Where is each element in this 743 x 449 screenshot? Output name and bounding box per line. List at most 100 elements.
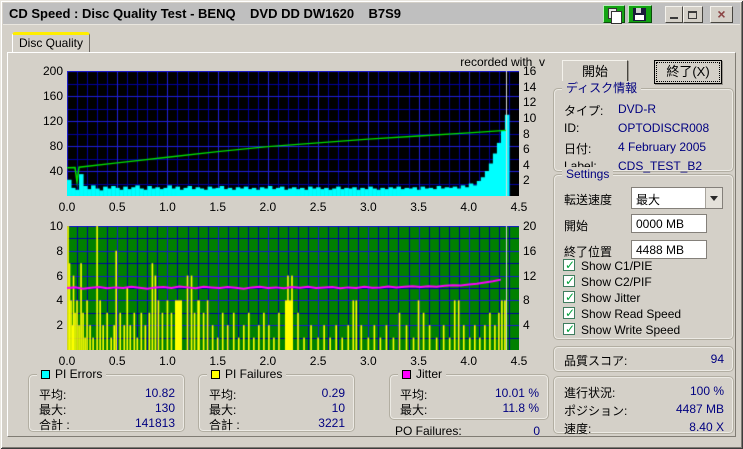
- axis-tick-label: 40: [29, 164, 63, 178]
- axis-tick-label: 16: [523, 64, 536, 78]
- pi-failures-stat-row: 最大:10: [209, 401, 345, 415]
- jitter-stats-groupbox: Jitter平均:10.01 %最大:11.8 %: [389, 374, 549, 420]
- po-failures-row: PO Failures: 0: [395, 424, 540, 438]
- disc-info-value: DVD-R: [618, 102, 656, 116]
- pi-errors-stats-groupbox: PI Errors平均:10.82最大:130合計 :141813: [28, 374, 185, 432]
- close-icon: ×: [711, 7, 732, 22]
- axis-tick-label: 8: [523, 127, 530, 141]
- axis-tick-label: 16: [523, 244, 536, 258]
- disc-info-value: OPTODISCR008: [618, 121, 709, 135]
- dropdown-button[interactable]: [705, 188, 722, 208]
- maximize-button[interactable]: [683, 6, 703, 23]
- stat-label: 合計 :: [39, 418, 70, 432]
- axis-tick-label: 2.0: [252, 200, 284, 214]
- pi-failures-jitter-chart: [67, 226, 519, 350]
- disc-info-label: 日付:: [564, 142, 591, 156]
- show-read-speed-checkbox[interactable]: Show Read Speed: [563, 307, 681, 321]
- quality-score-row: 品質スコア: 94: [564, 352, 724, 366]
- disc-info-label: タイプ:: [564, 104, 603, 118]
- transfer-speed-label: 転送速度: [564, 191, 612, 208]
- progress-value: 4487 MB: [676, 402, 724, 416]
- po-failures-label: PO Failures:: [395, 424, 462, 438]
- show-c1-pie-checkbox[interactable]: Show C1/PIE: [563, 259, 652, 273]
- axis-tick-label: 3.5: [403, 200, 435, 214]
- tab-disc-quality[interactable]: Disc Quality: [12, 32, 90, 53]
- disc-info-value: CDS_TEST_B2: [618, 159, 702, 173]
- axis-tick-label: 4: [523, 158, 530, 172]
- jitter-stat-row: 最大: 11.8 %: [400, 401, 539, 415]
- axis-tick-label: 0.5: [101, 200, 133, 214]
- minimize-icon: [670, 17, 678, 19]
- start-position-input[interactable]: [631, 214, 707, 233]
- save-button[interactable]: [628, 5, 652, 23]
- pi-failures-stat-row: 平均:0.29: [209, 386, 345, 400]
- axis-tick-label: 10: [29, 219, 63, 233]
- progress-value: 100 %: [690, 384, 724, 398]
- axis-tick-label: 2.5: [302, 200, 334, 214]
- show-jitter-checkbox[interactable]: Show Jitter: [563, 291, 640, 305]
- show-c2-pif-checkbox[interactable]: Show C2/PIF: [563, 275, 652, 289]
- quality-score-label: 品質スコア:: [564, 354, 627, 368]
- quality-score-value: 94: [711, 352, 724, 366]
- disc-info-row: 日付: 4 February 2005: [564, 140, 724, 154]
- axis-tick-label: 0.5: [101, 354, 133, 368]
- stat-label: 最大:: [400, 403, 427, 417]
- pi-failures-color-swatch: [211, 370, 220, 379]
- checkbox-label: Show C2/PIF: [581, 275, 652, 289]
- disc-info-row: ID:OPTODISCR008: [564, 121, 724, 135]
- axis-tick-label: 4.0: [453, 354, 485, 368]
- transfer-speed-select[interactable]: 最大: [631, 187, 723, 209]
- stat-label: 合計 :: [209, 418, 240, 432]
- jitter-legend: Jitter: [398, 367, 446, 382]
- stat-value: 3221: [318, 416, 345, 430]
- axis-tick-label: 120: [29, 114, 63, 128]
- progress-label: 進行状況:: [564, 386, 615, 400]
- stat-value: 11.8 %: [503, 401, 539, 415]
- axis-tick-label: 2.5: [302, 354, 334, 368]
- pi-errors-legend: PI Errors: [37, 367, 106, 382]
- axis-tick-label: 3.0: [352, 354, 384, 368]
- disc-info-value: 4 February 2005: [618, 140, 706, 154]
- close-button[interactable]: ×: [710, 6, 733, 23]
- pi-errors-speed-chart: [67, 71, 519, 196]
- stat-value: 10.82: [145, 386, 175, 400]
- copy-button[interactable]: [603, 5, 625, 23]
- stat-value: 10: [332, 401, 345, 415]
- progress-label: ポジション:: [564, 404, 627, 418]
- show-write-speed-checkbox[interactable]: Show Write Speed: [563, 323, 680, 337]
- transfer-speed-value: 最大: [636, 191, 660, 208]
- checkbox-label: Show Write Speed: [581, 323, 680, 337]
- pi-errors-stat-row: 合計 :141813: [39, 416, 175, 430]
- po-failures-value: 0: [533, 424, 540, 438]
- progress-row: ポジション: 4487 MB: [564, 402, 724, 416]
- axis-tick-label: 2: [523, 173, 530, 187]
- axis-tick-label: 12: [523, 269, 536, 283]
- axis-tick-label: 6: [523, 142, 530, 156]
- pi-errors-stat-row: 最大:130: [39, 401, 175, 415]
- chevron-down-icon: [710, 196, 718, 201]
- disc-info-groupbox: ディスク情報 タイプ:DVD-RID:OPTODISCR008日付:4 Febr…: [553, 88, 734, 172]
- exit-button[interactable]: 終了(X): [654, 60, 722, 84]
- settings-title: Settings: [562, 167, 613, 182]
- axis-tick-label: 10: [523, 111, 536, 125]
- axis-tick-label: 0.0: [51, 200, 83, 214]
- minimize-button[interactable]: [665, 6, 683, 23]
- axis-tick-label: 6: [29, 269, 63, 283]
- axis-tick-label: 2.0: [252, 354, 284, 368]
- axis-tick-label: 4.5: [503, 354, 535, 368]
- checkbox-checked-icon: [563, 275, 575, 287]
- checkbox-label: Show C1/PIE: [581, 259, 652, 273]
- progress-groupbox: 進行状況:100 %ポジション:4487 MB速度:8.40 X: [553, 376, 734, 434]
- axis-tick-label: 4: [29, 293, 63, 307]
- axis-tick-label: 160: [29, 89, 63, 103]
- end-position-input[interactable]: [631, 240, 707, 259]
- jitter-stat-row: 平均:10.01 %: [400, 386, 539, 400]
- axis-tick-label: 3.5: [403, 354, 435, 368]
- axis-tick-label: 1.0: [151, 200, 183, 214]
- axis-tick-label: 20: [523, 219, 536, 233]
- window-title: CD Speed : Disc Quality Test - BENQ DVD …: [9, 3, 401, 25]
- title-bar: CD Speed : Disc Quality Test - BENQ DVD …: [3, 3, 740, 25]
- pi-failures-stat-row: 合計 : 3221: [209, 416, 345, 430]
- pi-failures-stats-groupbox: PI Failures平均:0.29最大:10合計 :3221: [198, 374, 355, 432]
- axis-tick-label: 1.5: [202, 200, 234, 214]
